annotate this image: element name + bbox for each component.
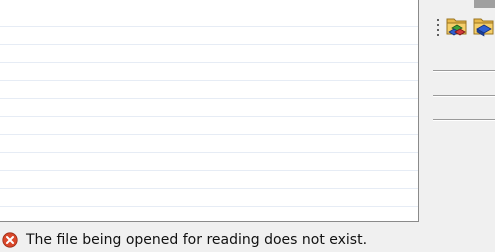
error-icon	[2, 232, 18, 248]
list-row[interactable]	[0, 80, 418, 81]
list-row[interactable]	[0, 26, 418, 27]
list-row[interactable]	[0, 152, 418, 153]
status-bar: The file being opened for reading does n…	[0, 228, 495, 252]
folder-shapes-icon[interactable]	[446, 14, 468, 38]
file-list[interactable]	[0, 0, 419, 222]
grip-dot	[437, 34, 439, 36]
list-row[interactable]	[0, 44, 418, 45]
list-row[interactable]	[0, 116, 418, 117]
list-row[interactable]	[0, 188, 418, 189]
panel-tab[interactable]	[474, 0, 495, 8]
separator	[433, 120, 495, 121]
toolbar-grip[interactable]	[437, 19, 440, 39]
grip-dot	[437, 24, 439, 26]
window: The file being opened for reading does n…	[0, 0, 495, 252]
grip-dot	[437, 29, 439, 31]
separator	[433, 71, 495, 72]
status-message: The file being opened for reading does n…	[26, 232, 368, 248]
grip-dot	[437, 19, 439, 21]
separator	[433, 96, 495, 97]
list-row[interactable]	[0, 170, 418, 171]
list-row[interactable]	[0, 134, 418, 135]
list-row[interactable]	[0, 62, 418, 63]
list-row[interactable]	[0, 98, 418, 99]
folder-shapes-icon[interactable]	[473, 14, 495, 38]
list-row[interactable]	[0, 206, 418, 207]
